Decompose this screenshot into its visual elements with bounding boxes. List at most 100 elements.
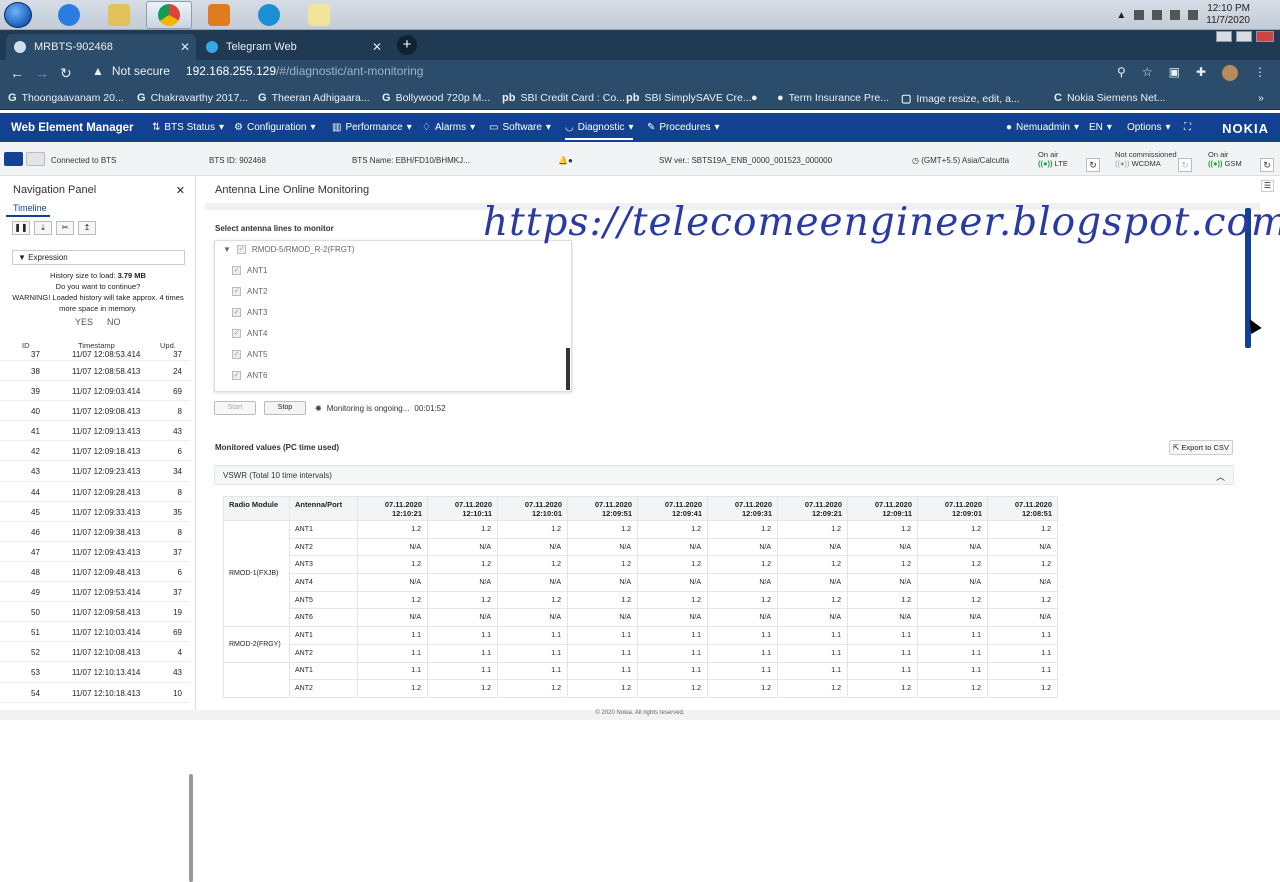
antenna-row[interactable]: ✓ ANT2 — [232, 287, 267, 296]
close-icon[interactable]: ✕ — [176, 184, 185, 197]
bookmark-item[interactable]: G Thoongaavanam 20... — [8, 92, 124, 104]
group-checkbox[interactable]: ✓ — [236, 245, 246, 254]
close-tab-icon[interactable]: ✕ — [180, 40, 190, 54]
cut-icon[interactable]: ✂ — [56, 221, 74, 235]
timeline-row[interactable]: 47 11/07 12:09:43.413 37 — [0, 542, 190, 562]
col-timestamp-header[interactable]: Timestamp — [78, 341, 115, 350]
timeline-row[interactable]: 37 11/07 12:08:53.414 37 — [0, 350, 190, 361]
list-menu-icon[interactable]: ☰ — [1261, 180, 1274, 192]
start-button[interactable]: Start — [214, 401, 256, 415]
col-id-header[interactable]: ID — [22, 341, 30, 350]
antenna-row[interactable]: ✓ ANT6 — [232, 371, 267, 380]
expression-filter[interactable]: ▼ Expression — [12, 250, 185, 265]
close-window-button[interactable] — [1256, 31, 1274, 42]
antenna-checkbox[interactable]: ✓ — [232, 329, 241, 338]
taskbar-edge-button[interactable] — [246, 1, 292, 29]
new-tab-button[interactable]: + — [397, 35, 417, 55]
timeline-row[interactable]: 43 11/07 12:09:23.413 34 — [0, 461, 190, 482]
profile-avatar[interactable] — [1222, 65, 1238, 81]
antenna-row[interactable]: ✓ ANT1 — [232, 266, 267, 275]
antenna-scrollbar[interactable] — [566, 348, 570, 390]
timeline-row[interactable]: 41 11/07 12:09:13.413 43 — [0, 421, 190, 442]
bookmark-item[interactable]: pb SBI Credit Card : Co... — [502, 92, 625, 104]
menu-diagnostic[interactable]: ◡ Diagnostic ▾ — [565, 122, 634, 140]
yes-button[interactable]: YES — [75, 317, 93, 327]
stop-button[interactable]: Stop — [264, 401, 306, 415]
taskbar-ie-button[interactable] — [46, 1, 92, 29]
volume-icon[interactable] — [1188, 10, 1199, 20]
collapse-arrow-icon[interactable]: ▼ — [223, 245, 231, 254]
antenna-checkbox[interactable]: ✓ — [232, 350, 241, 359]
taskbar-explorer-button[interactable] — [96, 1, 142, 29]
more-bookmarks-icon[interactable]: » — [1258, 92, 1264, 104]
antenna-row[interactable]: ✓ ANT5 — [232, 350, 267, 359]
antenna-checkbox[interactable]: ✓ — [232, 287, 241, 296]
system-clock[interactable]: 12:10 PM 11/7/2020 — [1206, 3, 1250, 27]
timeline-row[interactable]: 39 11/07 12:09:03.414 69 — [0, 381, 190, 402]
browser-tab-mrbts[interactable]: MRBTS-902468 ✕ — [6, 34, 196, 60]
connection-toggle-button[interactable] — [4, 152, 23, 166]
menu-bts-status[interactable]: ⇅ BTS Status ▾ — [152, 122, 224, 133]
timeline-row[interactable]: 48 11/07 12:09:48.413 6 — [0, 562, 190, 583]
lte-refresh-button[interactable]: ↻ — [1086, 158, 1100, 172]
timeline-row[interactable]: 45 11/07 12:09:33.413 35 — [0, 502, 190, 522]
antenna-checkbox[interactable]: ✓ — [232, 266, 241, 275]
menu-performance[interactable]: ▥ Performance ▾ — [332, 122, 412, 133]
chevron-up-icon[interactable]: ︿ — [1216, 470, 1225, 483]
timeline-row[interactable]: 53 11/07 12:10:13.414 43 — [0, 662, 190, 683]
bookmark-item[interactable]: C Nokia Siemens Net... — [1054, 92, 1166, 104]
timeline-row[interactable]: 44 11/07 12:09:28.413 8 — [0, 482, 190, 502]
undo-icon[interactable]: ↥ — [78, 221, 96, 235]
battery-icon[interactable] — [1152, 10, 1163, 20]
url-field[interactable]: ▲ Not secure 192.168.255.129/#/diagnosti… — [92, 64, 423, 78]
antenna-row[interactable]: ✓ ANT3 — [232, 308, 267, 317]
extension-icon[interactable]: ▣ — [1169, 65, 1180, 81]
bookmark-item[interactable]: G Chakravarthy 2017... — [137, 92, 248, 104]
taskbar-chrome-button[interactable] — [146, 1, 192, 29]
close-tab-icon[interactable]: ✕ — [372, 40, 382, 54]
minimize-button[interactable] — [1216, 31, 1232, 42]
bookmark-item[interactable]: ● Term Insurance Pre... — [777, 92, 889, 104]
fullscreen-icon[interactable]: ⛶ — [1184, 122, 1191, 133]
timeline-row[interactable]: 52 11/07 12:10:08.413 4 — [0, 642, 190, 663]
timeline-scrollbar[interactable] — [189, 774, 193, 882]
bookmark-item[interactable]: ● — [751, 92, 763, 104]
maximize-button[interactable] — [1236, 31, 1252, 42]
flag-icon[interactable] — [1134, 10, 1145, 20]
menu-alarms[interactable]: ♢ Alarms ▾ — [422, 122, 475, 133]
bell-icon[interactable]: 🔔● — [558, 156, 573, 165]
timeline-row[interactable]: 40 11/07 12:09:08.413 8 — [0, 401, 190, 422]
menu-configuration[interactable]: ⚙ Configuration ▾ — [234, 122, 315, 133]
timeline-row[interactable]: 46 11/07 12:09:38.413 8 — [0, 522, 190, 542]
col-upd-header[interactable]: Upd. — [160, 341, 176, 350]
disconnect-button[interactable] — [26, 152, 45, 166]
network-icon[interactable] — [1170, 10, 1181, 20]
tray-arrow-icon[interactable]: ▲ — [1116, 10, 1126, 21]
language-menu[interactable]: EN ▾ — [1089, 122, 1112, 133]
vswr-section-header[interactable]: VSWR (Total 10 time intervals) ︿ — [214, 465, 1234, 485]
antenna-group-row[interactable]: ▼ ✓ RMOD-5/RMOD_R-2(FRGT) — [223, 245, 355, 254]
taskbar-media-button[interactable] — [196, 1, 242, 29]
wcdma-refresh-button[interactable]: ↻ — [1178, 158, 1192, 172]
download-icon[interactable]: ⤓ — [34, 221, 52, 235]
zoom-icon[interactable]: ⚲ — [1117, 65, 1126, 81]
antenna-checkbox[interactable]: ✓ — [232, 308, 241, 317]
timeline-row[interactable]: 42 11/07 12:09:18.413 6 — [0, 441, 190, 462]
back-arrow-icon[interactable]: ← — [10, 65, 24, 81]
user-menu[interactable]: ● Nemuadmin ▾ — [1006, 122, 1079, 133]
windows-start-button[interactable] — [4, 2, 32, 28]
browser-menu-icon[interactable]: ⋮ — [1254, 65, 1266, 81]
timeline-row[interactable]: 49 11/07 12:09:53.414 37 — [0, 582, 190, 603]
gsm-refresh-button[interactable]: ↻ — [1260, 158, 1274, 172]
browser-tab-telegram[interactable]: Telegram Web ✕ — [198, 34, 388, 60]
antenna-row[interactable]: ✓ ANT4 — [232, 329, 267, 338]
export-csv-button[interactable]: ⇱ Export to CSV — [1169, 440, 1233, 455]
menu-software[interactable]: ▭ Software ▾ — [489, 122, 551, 133]
no-button[interactable]: NO — [107, 317, 121, 327]
bookmark-item[interactable]: pb SBI SimplySAVE Cre... — [626, 92, 752, 104]
tab-timeline[interactable]: Timeline — [13, 203, 47, 213]
timeline-row[interactable]: 54 11/07 12:10:18.413 10 — [0, 683, 190, 703]
menu-procedures[interactable]: ✎ Procedures ▾ — [647, 122, 720, 133]
reload-icon[interactable]: ↻ — [60, 65, 72, 82]
bookmark-item[interactable]: ▢ Image resize, edit, a... — [901, 92, 1020, 106]
